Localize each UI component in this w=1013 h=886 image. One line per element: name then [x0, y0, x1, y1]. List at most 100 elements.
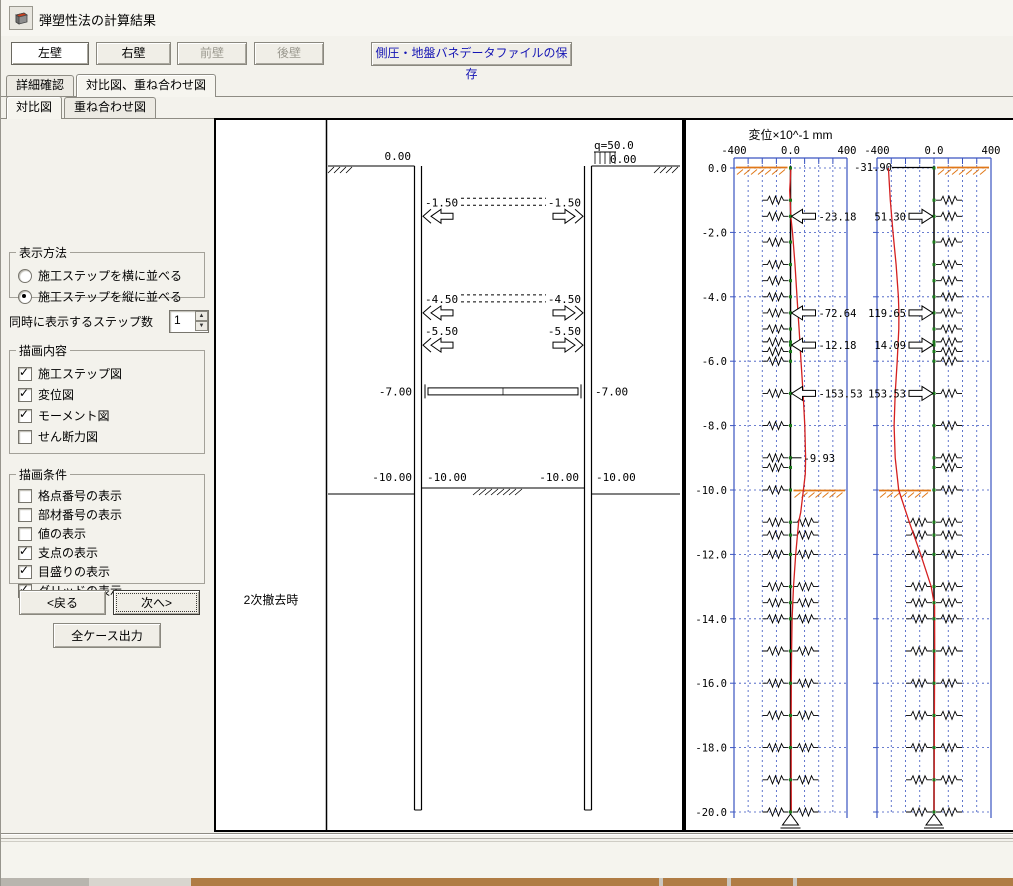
svg-text:-12.18: -12.18 [819, 340, 857, 352]
back-button[interactable]: <戻る [19, 590, 106, 615]
checkbox-draw-condition-2[interactable]: 値の表示 [18, 525, 196, 542]
save-spring-data-button[interactable]: 側圧・地盤バネデータファイルの保存 [371, 42, 572, 66]
chart-2: -4000.0400-31.9051.30119.6514.09153.53 [854, 145, 1000, 828]
taskbar [1, 878, 1013, 886]
app-window: 弾塑性法の計算結果 左壁 右壁 前壁 後壁 側圧・地盤バネデータファイルの保存 … [0, 0, 1013, 886]
svg-text:-14.0: -14.0 [695, 614, 727, 626]
checkbox-draw-condition-2-label: 値の表示 [38, 525, 86, 542]
taskbar-segment[interactable] [731, 878, 793, 886]
app-icon [9, 6, 33, 30]
checkbox-icon[interactable] [18, 489, 32, 503]
main-area: 表示方法 施工ステップを横に並べる施工ステップを縦に並べる 同時に表示するステッ… [1, 118, 1013, 832]
radio-display-method-1[interactable]: 施工ステップを縦に並べる [18, 288, 196, 305]
svg-text:0.00: 0.00 [385, 150, 412, 163]
checkbox-draw-content-2[interactable]: モーメント図 [18, 407, 196, 424]
taskbar-segment[interactable] [191, 878, 659, 886]
svg-text:-4.50: -4.50 [425, 293, 458, 306]
svg-text:-1.50: -1.50 [425, 196, 458, 209]
checkbox-draw-condition-4-label: 目盛りの表示 [38, 563, 110, 580]
tab-comparison-overlay[interactable]: 対比図、重ね合わせ図 [76, 74, 216, 97]
tab-overlay-figure[interactable]: 重ね合わせ図 [64, 97, 156, 118]
svg-text:-5.50: -5.50 [548, 325, 581, 338]
checkbox-icon[interactable] [18, 367, 32, 381]
all-cases-output-button[interactable]: 全ケース出力 [53, 623, 161, 648]
svg-text:-10.0: -10.0 [695, 485, 727, 497]
next-button[interactable]: 次へ> [113, 590, 200, 615]
svg-text:-20.0: -20.0 [695, 807, 727, 819]
svg-text:-72.64: -72.64 [819, 308, 857, 320]
checkbox-draw-content-1[interactable]: 変位図 [18, 386, 196, 403]
checkbox-draw-condition-3-label: 支点の表示 [38, 544, 98, 561]
front-wall-button[interactable]: 前壁 [177, 42, 247, 65]
svg-text:-4.50: -4.50 [548, 293, 581, 306]
draw-content-group: 描画内容 施工ステップ図変位図モーメント図せん断力図 [9, 342, 205, 454]
taskbar-segment[interactable] [797, 878, 1013, 886]
spinner-up-icon[interactable]: ▲ [195, 311, 208, 321]
step-count-spinner[interactable]: 1 ▲ ▼ [169, 310, 209, 333]
svg-text:400: 400 [838, 145, 857, 157]
svg-text:-9.93: -9.93 [804, 453, 836, 465]
checkbox-draw-content-3[interactable]: せん断力図 [18, 428, 196, 445]
svg-text:-2.0: -2.0 [702, 227, 727, 239]
checkbox-draw-condition-4[interactable]: 目盛りの表示 [18, 563, 196, 580]
step-count-label: 同時に表示するステップ数 [9, 313, 153, 330]
draw-condition-group: 描画条件 格点番号の表示部材番号の表示値の表示支点の表示目盛りの表示グリッドの表… [9, 466, 205, 584]
svg-text:q=50.0: q=50.0 [594, 139, 634, 152]
back-wall-button[interactable]: 後壁 [254, 42, 324, 65]
window-title: 弾塑性法の計算結果 [39, 10, 156, 29]
svg-text:-153.53: -153.53 [819, 388, 863, 400]
svg-text:-400: -400 [864, 145, 889, 157]
svg-text:-23.18: -23.18 [819, 211, 857, 223]
tab-row-sub: 対比図 重ね合わせ図 [1, 97, 1013, 119]
displacement-chart-pane: -4000.04000.0-2.0-4.0-6.0-8.0-10.0-12.0-… [684, 118, 1013, 832]
checkbox-draw-content-0[interactable]: 施工ステップ図 [18, 365, 196, 382]
checkbox-icon[interactable] [18, 430, 32, 444]
radio-icon[interactable] [18, 269, 32, 283]
step-count-row: 同時に表示するステップ数 1 ▲ ▼ [9, 310, 209, 332]
tab-detail-check[interactable]: 詳細確認 [6, 75, 74, 96]
svg-text:-10.00: -10.00 [427, 471, 467, 484]
svg-text:-12.0: -12.0 [695, 549, 727, 561]
tab-row-main: 詳細確認 対比図、重ね合わせ図 [1, 74, 1013, 97]
spinner-down-icon[interactable]: ▼ [195, 321, 208, 331]
radio-display-method-0[interactable]: 施工ステップを横に並べる [18, 267, 196, 284]
svg-text:0.0: 0.0 [708, 163, 727, 175]
svg-text:-31.90: -31.90 [854, 162, 892, 174]
checkbox-draw-content-3-label: せん断力図 [38, 428, 98, 445]
radio-icon[interactable] [18, 290, 32, 304]
svg-text:-7.00: -7.00 [595, 385, 628, 398]
radio-display-method-0-label: 施工ステップを横に並べる [38, 267, 182, 284]
taskbar-segment[interactable] [89, 878, 191, 886]
svg-text:-1.50: -1.50 [548, 196, 581, 209]
taskbar-segment[interactable] [663, 878, 727, 886]
checkbox-draw-condition-3[interactable]: 支点の表示 [18, 544, 196, 561]
svg-text:変位×10^-1 mm: 変位×10^-1 mm [749, 127, 833, 142]
taskbar-segment[interactable] [1, 878, 89, 886]
svg-text:400: 400 [982, 145, 1001, 157]
checkbox-draw-condition-0[interactable]: 格点番号の表示 [18, 487, 196, 504]
svg-text:-8.0: -8.0 [702, 421, 727, 433]
draw-content-legend: 描画内容 [16, 342, 70, 359]
display-method-group: 表示方法 施工ステップを横に並べる施工ステップを縦に並べる [9, 244, 205, 298]
checkbox-icon[interactable] [18, 546, 32, 560]
checkbox-icon[interactable] [18, 527, 32, 541]
svg-text:-10.00: -10.00 [539, 471, 579, 484]
construction-diagram-pane: 2次撤去時0.00q=50.00.00-1.50-1.50-4.50-4.50-… [214, 118, 684, 832]
checkbox-icon[interactable] [18, 508, 32, 522]
checkbox-draw-content-2-label: モーメント図 [38, 407, 110, 424]
svg-text:0.00: 0.00 [610, 153, 637, 166]
control-panel: 表示方法 施工ステップを横に並べる施工ステップを縦に並べる 同時に表示するステッ… [1, 118, 214, 832]
left-wall-button[interactable]: 左壁 [11, 42, 89, 65]
chart-1: -4000.04000.0-2.0-4.0-6.0-8.0-10.0-12.0-… [695, 127, 862, 828]
checkbox-icon[interactable] [18, 565, 32, 579]
displacement-charts: -4000.04000.0-2.0-4.0-6.0-8.0-10.0-12.0-… [684, 118, 1013, 832]
checkbox-icon[interactable] [18, 409, 32, 423]
right-wall-button[interactable]: 右壁 [96, 42, 171, 65]
svg-text:-10.00: -10.00 [596, 471, 636, 484]
checkbox-icon[interactable] [18, 388, 32, 402]
tab-comparison-figure[interactable]: 対比図 [6, 96, 62, 119]
svg-text:-7.00: -7.00 [379, 385, 412, 398]
checkbox-draw-content-1-label: 変位図 [38, 386, 74, 403]
svg-text:-5.50: -5.50 [425, 325, 458, 338]
checkbox-draw-condition-1[interactable]: 部材番号の表示 [18, 506, 196, 523]
